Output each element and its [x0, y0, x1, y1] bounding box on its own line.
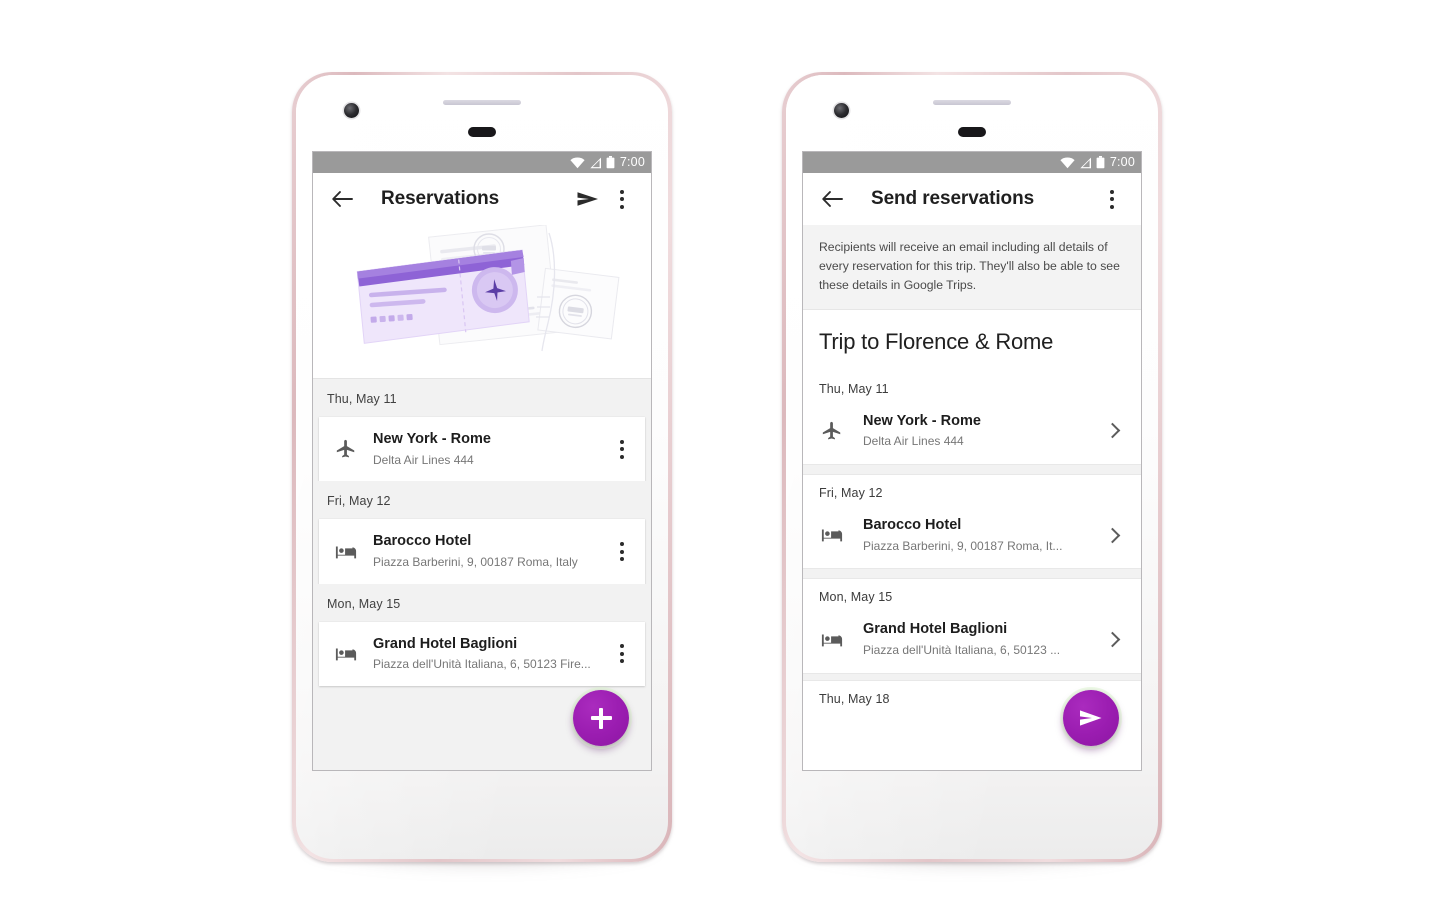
- device-body: 7:00 Reservations Thu, May 11 New York -…: [296, 75, 668, 859]
- add-reservation-fab[interactable]: [570, 687, 632, 749]
- send-reservations-content[interactable]: Recipients will receive an email includi…: [803, 225, 1141, 770]
- send-reservations-fab[interactable]: [1060, 687, 1122, 749]
- list-item-text: New York - Rome Delta Air Lines 444: [373, 430, 595, 468]
- list-item-title: New York - Rome: [373, 431, 491, 447]
- list-item-text: Barocco Hotel Piazza Barberini, 9, 00187…: [863, 516, 1083, 554]
- date-header: Fri, May 12: [803, 475, 1141, 507]
- device-screen-reservations: 7:00 Reservations Thu, May 11 New York -…: [312, 151, 652, 771]
- wifi-icon: [570, 157, 585, 168]
- boarding-pass-illustration: [313, 225, 651, 379]
- recipients-notice-text: Recipients will receive an email includi…: [819, 240, 1120, 292]
- chevron-right-icon[interactable]: [1101, 631, 1127, 648]
- page-title: Send reservations: [871, 188, 1035, 209]
- kebab-dots: [1110, 189, 1114, 209]
- date-header: Fri, May 12: [313, 481, 651, 520]
- chevron-glyph: [1104, 527, 1121, 544]
- list-item-subtitle: Delta Air Lines 444: [373, 452, 474, 467]
- list-item-title: Barocco Hotel: [863, 517, 962, 534]
- chevron-glyph: [1104, 631, 1121, 648]
- section-divider: [803, 672, 1141, 681]
- list-item-subtitle: Piazza dell'Unità Italiana, 6, 50123 Fir…: [373, 657, 591, 672]
- phone-device-reservations: 7:00 Reservations Thu, May 11 New York -…: [292, 72, 672, 872]
- list-item-title: Barocco Hotel: [373, 533, 472, 550]
- cell-signal-icon: [590, 157, 601, 168]
- hotel-bed-icon: [333, 541, 359, 563]
- send-icon: [1080, 710, 1102, 726]
- list-item[interactable]: Grand Hotel Baglioni Piazza dell'Unità I…: [803, 610, 1141, 673]
- kebab-dots: [620, 542, 624, 562]
- send-icon[interactable]: [571, 182, 605, 216]
- list-item[interactable]: Barocco Hotel Piazza Barberini, 9, 00187…: [803, 506, 1141, 569]
- device-frame: 7:00 Send reservations Recipients will r…: [782, 72, 1162, 862]
- list-item-text: Grand Hotel Baglioni Piazza dell'Unità I…: [863, 620, 1083, 658]
- list-item-subtitle: Piazza dell'Unità Italiana, 6, 50123 ...: [863, 643, 1061, 657]
- kebab-dots: [620, 644, 624, 664]
- list-item-text: New York - Rome Delta Air Lines 444: [863, 412, 1083, 450]
- date-header: Mon, May 15: [803, 579, 1141, 611]
- battery-icon: [606, 156, 615, 169]
- status-bar-clock: 7:00: [1109, 155, 1135, 170]
- overflow-menu-icon[interactable]: [609, 644, 635, 664]
- earpiece-speaker: [443, 100, 521, 105]
- overflow-menu-icon[interactable]: [1095, 182, 1129, 216]
- airplane-icon: [819, 420, 845, 442]
- list-item-subtitle: Piazza Barberini, 9, 00187 Roma, Italy: [373, 554, 578, 569]
- trip-title: Trip to Florence & Rome: [803, 309, 1141, 371]
- kebab-dots: [620, 439, 624, 459]
- hotel-bed-icon: [819, 629, 845, 651]
- status-bar: 7:00: [803, 152, 1141, 173]
- chevron-right-icon[interactable]: [1101, 423, 1127, 439]
- date-header: Mon, May 15: [313, 583, 651, 622]
- back-arrow-icon[interactable]: [325, 182, 359, 216]
- wifi-icon: [1060, 157, 1075, 168]
- list-item-title: Grand Hotel Baglioni: [373, 635, 518, 652]
- list-item[interactable]: New York - Rome Delta Air Lines 444: [319, 417, 645, 482]
- list-item-text: Grand Hotel Baglioni Piazza dell'Unità I…: [373, 635, 595, 673]
- list-item[interactable]: New York - Rome Delta Air Lines 444: [803, 401, 1141, 465]
- reservation-list[interactable]: Thu, May 11 New York - Rome Delta Air Li…: [313, 379, 651, 770]
- app-bar: Reservations: [313, 173, 651, 225]
- page-title: Reservations: [381, 188, 500, 209]
- list-item-subtitle: Piazza Barberini, 9, 00187 Roma, It...: [863, 538, 1063, 553]
- front-camera-icon: [344, 103, 359, 118]
- device-body: 7:00 Send reservations Recipients will r…: [786, 75, 1158, 859]
- date-header: Thu, May 11: [803, 370, 1141, 402]
- device-screen-send-reservations: 7:00 Send reservations Recipients will r…: [802, 151, 1142, 771]
- front-camera-icon: [834, 103, 849, 118]
- list-item-title: Grand Hotel Baglioni: [863, 621, 1008, 638]
- section-divider: [803, 568, 1141, 580]
- overflow-menu-icon[interactable]: [609, 439, 635, 459]
- status-bar-clock: 7:00: [619, 155, 645, 170]
- kebab-dots: [620, 189, 624, 209]
- recipients-notice: Recipients will receive an email includi…: [803, 225, 1141, 310]
- cell-signal-icon: [1080, 157, 1091, 168]
- hotel-bed-icon: [819, 524, 845, 546]
- device-frame: 7:00 Reservations Thu, May 11 New York -…: [292, 72, 672, 862]
- list-item-title: New York - Rome: [863, 412, 981, 429]
- overflow-menu-icon[interactable]: [605, 182, 639, 216]
- earpiece-speaker: [933, 100, 1011, 105]
- chevron-glyph: [1104, 423, 1121, 439]
- airplane-icon: [333, 438, 359, 460]
- battery-icon: [1096, 156, 1105, 169]
- proximity-sensor: [468, 127, 496, 137]
- hotel-bed-icon: [333, 643, 359, 665]
- proximity-sensor: [958, 127, 986, 137]
- app-bar: Send reservations: [803, 173, 1141, 225]
- back-arrow-icon[interactable]: [815, 182, 849, 216]
- list-item-text: Barocco Hotel Piazza Barberini, 9, 00187…: [373, 532, 595, 570]
- list-item[interactable]: Barocco Hotel Piazza Barberini, 9, 00187…: [319, 519, 645, 584]
- list-item[interactable]: Grand Hotel Baglioni Piazza dell'Unità I…: [319, 621, 645, 687]
- chevron-right-icon[interactable]: [1101, 527, 1127, 544]
- date-header: Thu, May 11: [313, 379, 651, 417]
- overflow-menu-icon[interactable]: [609, 542, 635, 562]
- section-divider: [803, 464, 1141, 476]
- phone-device-send-reservations: 7:00 Send reservations Recipients will r…: [782, 72, 1162, 872]
- status-bar: 7:00: [313, 152, 651, 173]
- screenshot-stage: 7:00 Reservations Thu, May 11 New York -…: [0, 0, 1456, 918]
- plus-icon-vertical: [599, 707, 603, 729]
- list-item-subtitle: Delta Air Lines 444: [863, 434, 964, 449]
